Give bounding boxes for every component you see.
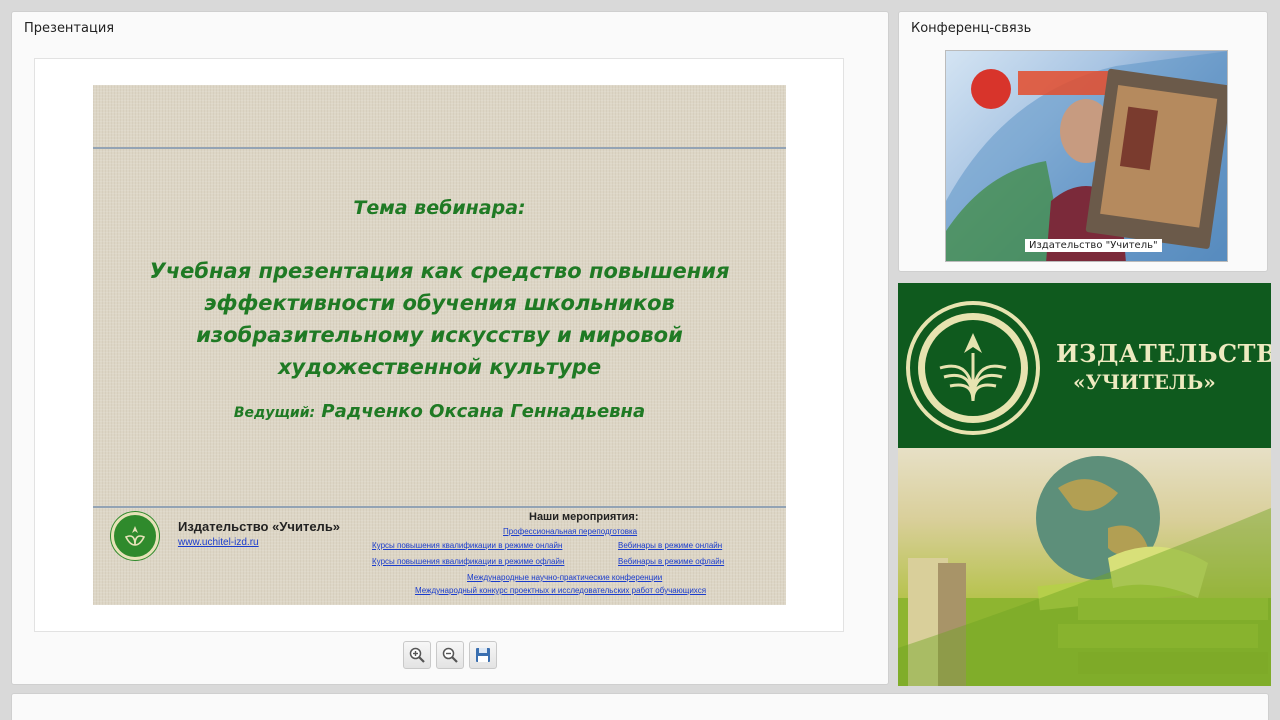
- slide-publisher-name: Издательство «Учитель»: [178, 519, 341, 534]
- slide-site-link[interactable]: www.uchitel-izd.ru: [178, 537, 259, 548]
- banner-publisher-name-line1: ИЗДАТЕЛЬСТВО: [1056, 339, 1271, 368]
- banner-publisher-name-line2: «УЧИТЕЛЬ»: [1073, 370, 1216, 394]
- event-link-courses-online[interactable]: Курсы повышения квалификации в режиме он…: [372, 541, 562, 550]
- event-link-contest[interactable]: Международный конкурс проектных и исслед…: [415, 586, 706, 595]
- bottom-panel: [11, 693, 1269, 720]
- event-link-webinars-online[interactable]: Вебинары в режиме онлайн: [618, 541, 722, 550]
- publisher-logo-icon: [111, 512, 159, 560]
- event-link-webinars-offline[interactable]: Вебинары в режиме офлайн: [618, 557, 724, 566]
- event-link-courses-offline[interactable]: Курсы повышения квалификации в режиме оф…: [372, 557, 564, 566]
- conference-panel-title: Конференц-связь: [911, 21, 1032, 36]
- slide-presenter: Ведущий: Радченко Оксана Геннадьевна: [93, 401, 786, 422]
- slide-divider-top: [93, 147, 786, 149]
- slide-events-title: Наши мероприятия:: [529, 511, 639, 523]
- save-button[interactable]: [469, 641, 497, 669]
- banner-header: ИЗДАТЕЛЬСТВО «УЧИТЕЛЬ»: [898, 283, 1271, 448]
- presentation-slide: Тема вебинара: Учебная презентация как с…: [93, 85, 786, 605]
- slide-presenter-label: Ведущий:: [233, 405, 316, 421]
- slide-toolbar: [403, 641, 497, 669]
- slide-frame: Тема вебинара: Учебная презентация как с…: [34, 58, 844, 632]
- emblem-inner: [918, 313, 1028, 423]
- publisher-banner: ИЗДАТЕЛЬСТВО «УЧИТЕЛЬ»: [898, 283, 1271, 686]
- zoom-out-icon: [442, 647, 458, 663]
- zoom-in-icon: [409, 647, 425, 663]
- event-link-conferences[interactable]: Международные научно-практические конфер…: [467, 573, 662, 582]
- save-icon: [476, 648, 490, 662]
- video-caption: Издательство "Учитель": [1025, 239, 1162, 252]
- slide-divider-bottom: [93, 506, 786, 508]
- event-link-retraining[interactable]: Профессиональная переподготовка: [503, 527, 637, 536]
- conference-panel: Конференц-связь Издательство "Учитель": [898, 11, 1268, 272]
- slide-subtitle: Тема вебинара:: [353, 197, 526, 219]
- zoom-out-button[interactable]: [436, 641, 464, 669]
- presentation-panel-title: Презентация: [24, 21, 115, 36]
- banner-image: [898, 448, 1271, 686]
- publisher-emblem-icon: [906, 301, 1040, 435]
- slide-title: Учебная презентация как средство повышен…: [149, 259, 730, 379]
- zoom-in-button[interactable]: [403, 641, 431, 669]
- globe-and-books-icon: [898, 456, 1271, 686]
- slide-presenter-name: Радченко Оксана Геннадьевна: [321, 401, 646, 422]
- video-scene-icon: [946, 51, 1227, 261]
- video-stream[interactable]: Издательство "Учитель": [945, 50, 1228, 262]
- presentation-panel: Презентация Тема вебинара: Учебная презе…: [11, 11, 889, 685]
